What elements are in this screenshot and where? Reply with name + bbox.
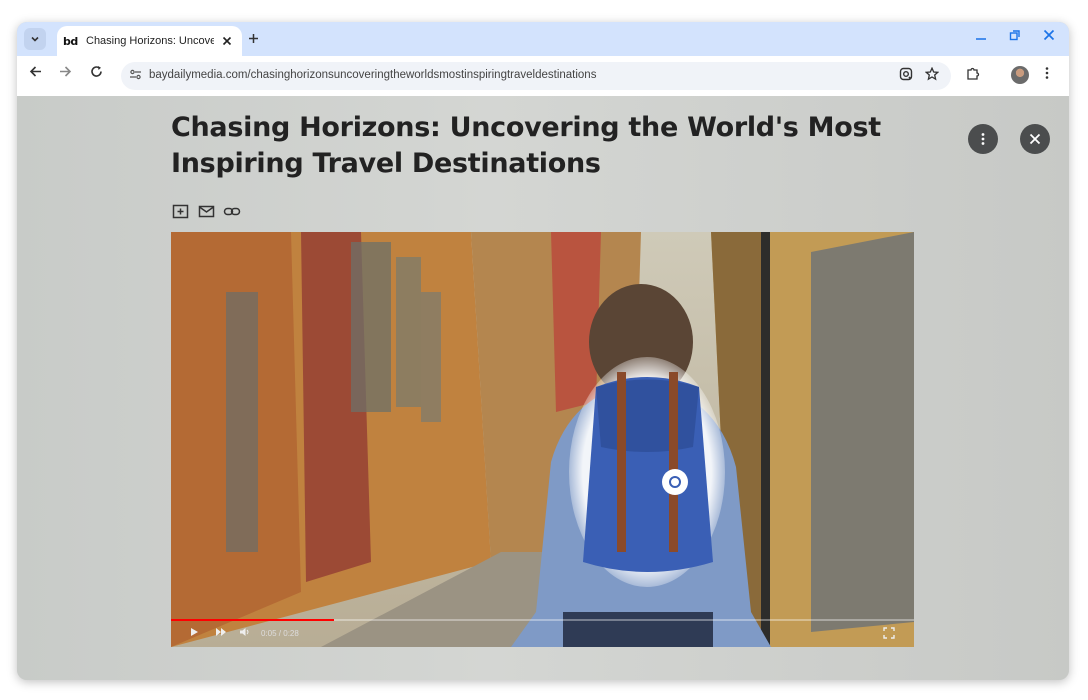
video-time: 0:05 / 0:28 bbox=[261, 629, 299, 638]
video-controls: 0:05 / 0:28 bbox=[171, 619, 914, 647]
close-overlay-button[interactable] bbox=[1020, 124, 1050, 154]
plus-icon bbox=[249, 34, 258, 43]
video-player[interactable]: 0:05 / 0:28 bbox=[171, 232, 914, 647]
new-tab-button[interactable] bbox=[248, 29, 259, 49]
puzzle-icon[interactable] bbox=[966, 66, 981, 84]
browser-toolbar: baydailymedia.com/chasinghorizonsuncover… bbox=[17, 56, 1069, 96]
video-progress-fill bbox=[171, 619, 335, 621]
volume-button[interactable] bbox=[239, 627, 251, 640]
reload-button[interactable] bbox=[90, 65, 103, 83]
fullscreen-button[interactable] bbox=[883, 627, 895, 642]
close-icon bbox=[1029, 133, 1041, 145]
close-tab-button[interactable] bbox=[222, 33, 232, 49]
video-frame-image bbox=[171, 232, 914, 647]
active-tab[interactable]: bd Chasing Horizons: Uncoverin bbox=[57, 26, 242, 56]
page-content: Chasing Horizons: Uncovering the World's… bbox=[17, 96, 1069, 680]
play-button[interactable] bbox=[189, 627, 199, 640]
forward-button[interactable] bbox=[59, 65, 72, 83]
reload-icon bbox=[91, 66, 102, 77]
browser-window: bd Chasing Horizons: Uncoverin bbox=[17, 22, 1069, 680]
fullscreen-icon bbox=[883, 627, 895, 639]
more-options-button[interactable] bbox=[968, 124, 998, 154]
minimize-icon bbox=[976, 38, 986, 40]
arrow-left-icon bbox=[29, 66, 41, 77]
url-text[interactable]: baydailymedia.com/chasinghorizonsuncover… bbox=[149, 69, 596, 81]
next-button[interactable] bbox=[215, 627, 227, 640]
minimize-button[interactable] bbox=[975, 28, 987, 45]
close-icon bbox=[1043, 29, 1055, 41]
email-icon[interactable] bbox=[197, 202, 215, 220]
add-to-collection-icon[interactable] bbox=[171, 202, 189, 220]
close-window-button[interactable] bbox=[1043, 28, 1055, 45]
star-icon[interactable] bbox=[924, 66, 940, 84]
play-icon bbox=[191, 628, 198, 636]
video-progress-bar[interactable] bbox=[171, 619, 914, 621]
tab-strip: bd Chasing Horizons: Uncoverin bbox=[17, 22, 1069, 56]
restore-icon bbox=[1009, 30, 1020, 41]
volume-icon bbox=[240, 628, 249, 636]
skip-next-icon bbox=[216, 628, 226, 636]
tab-search-button[interactable] bbox=[24, 28, 46, 50]
link-icon[interactable] bbox=[223, 202, 241, 220]
chevron-down-icon bbox=[31, 36, 39, 42]
google-lens-icon[interactable] bbox=[899, 67, 913, 84]
article-title: Chasing Horizons: Uncovering the World's… bbox=[171, 112, 881, 179]
site-favicon: bd bbox=[63, 34, 78, 48]
close-icon bbox=[222, 36, 232, 46]
arrow-right-icon bbox=[60, 66, 72, 77]
more-vert-icon bbox=[981, 133, 985, 145]
more-vert-icon[interactable] bbox=[1044, 66, 1050, 83]
restore-button[interactable] bbox=[1009, 28, 1021, 45]
tab-title: Chasing Horizons: Uncoverin bbox=[86, 35, 214, 47]
back-button[interactable] bbox=[29, 65, 42, 83]
profile-avatar[interactable] bbox=[1011, 66, 1029, 84]
address-bar[interactable]: baydailymedia.com/chasinghorizonsuncover… bbox=[121, 62, 951, 90]
site-info-icon[interactable] bbox=[129, 68, 142, 84]
